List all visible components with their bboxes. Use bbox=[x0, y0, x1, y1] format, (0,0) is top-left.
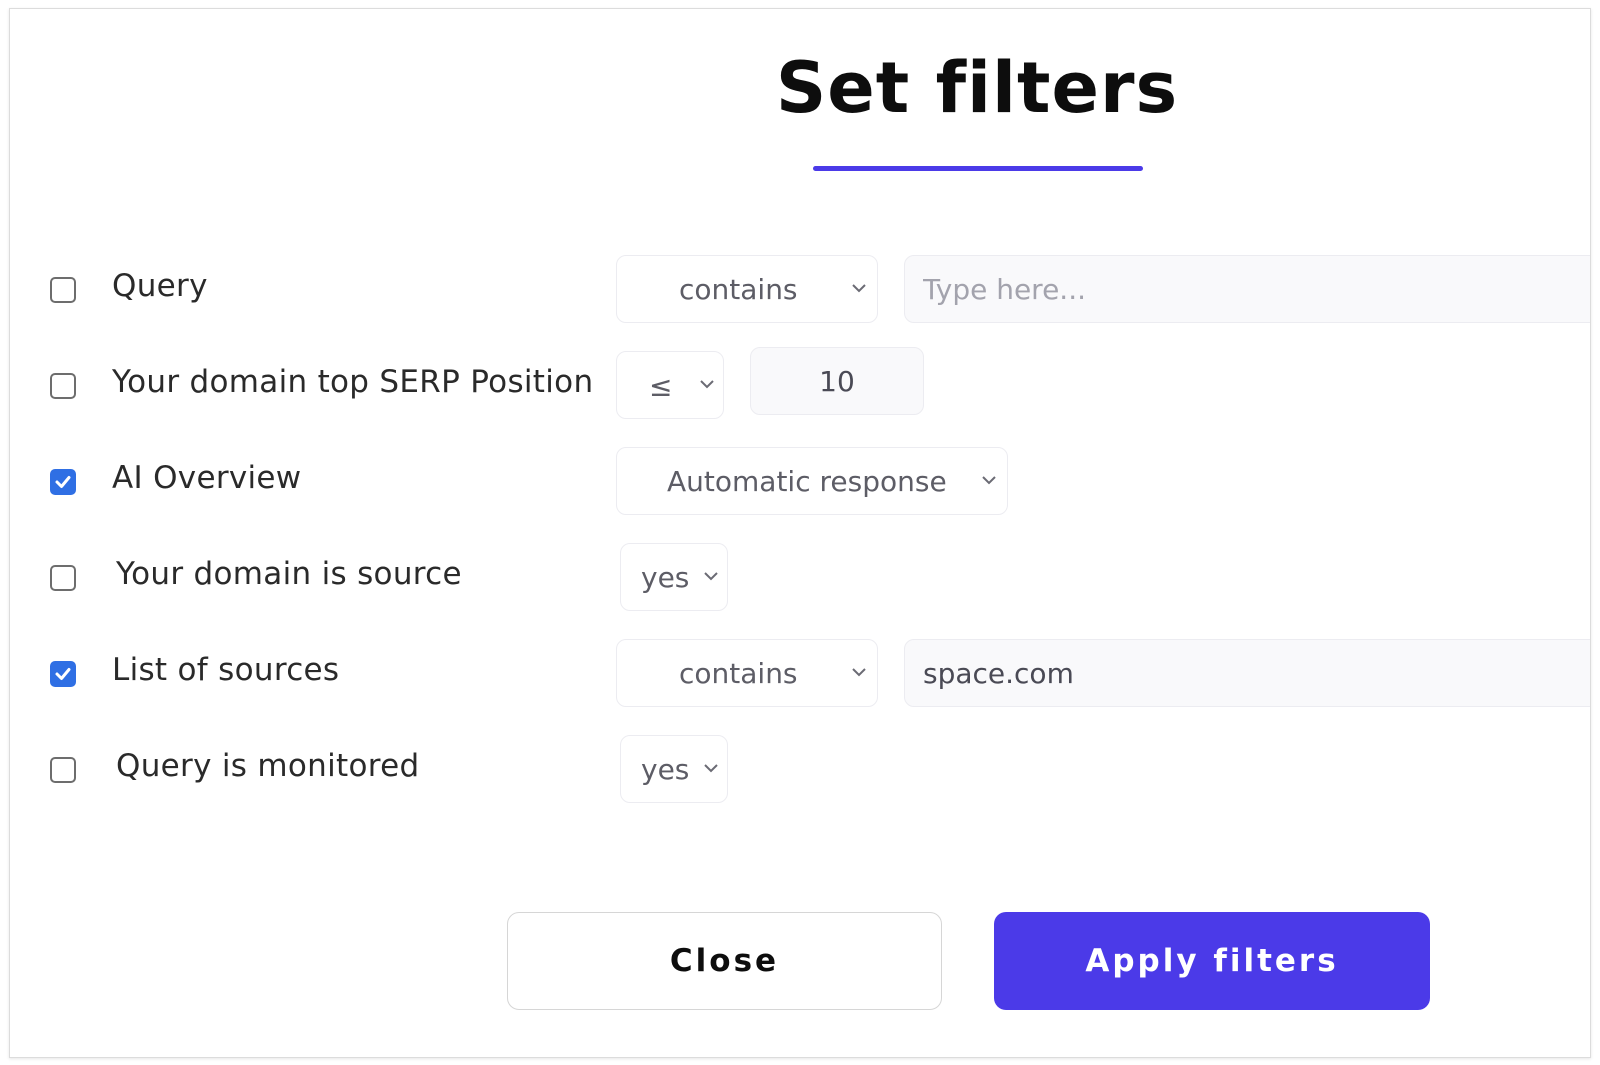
close-button[interactable]: Close bbox=[507, 912, 942, 1010]
serp-position-operator-value: ≤ bbox=[649, 370, 673, 403]
apply-filters-button[interactable]: Apply filters bbox=[994, 912, 1430, 1010]
filter-row-serp-position: Your domain top SERP Position ≤ bbox=[10, 347, 1590, 421]
query-monitored-checkbox[interactable] bbox=[50, 757, 76, 783]
chevron-down-icon bbox=[700, 380, 714, 389]
filters-modal: Set filters Query contains Your domain t… bbox=[9, 8, 1591, 1058]
ai-overview-select[interactable]: Automatic response bbox=[616, 447, 1008, 515]
ai-overview-label: AI Overview bbox=[112, 460, 302, 496]
filter-row-query: Query contains bbox=[10, 255, 1590, 325]
list-of-sources-text-input[interactable] bbox=[923, 640, 1583, 706]
filter-row-ai-overview: AI Overview Automatic response bbox=[10, 447, 1590, 517]
filter-row-query-monitored: Query is monitored yes bbox=[10, 735, 1590, 805]
list-of-sources-label: List of sources bbox=[112, 652, 340, 688]
serp-position-label: Your domain top SERP Position bbox=[112, 364, 594, 400]
ai-overview-checkbox[interactable] bbox=[50, 469, 76, 495]
title-underline bbox=[813, 166, 1143, 171]
query-monitored-label: Query is monitored bbox=[116, 748, 420, 784]
list-of-sources-operator-value: contains bbox=[679, 657, 798, 690]
chevron-down-icon bbox=[852, 668, 866, 677]
list-of-sources-checkbox[interactable] bbox=[50, 661, 76, 687]
domain-is-source-checkbox[interactable] bbox=[50, 565, 76, 591]
chevron-down-icon bbox=[704, 572, 718, 581]
checkmark-icon bbox=[55, 476, 71, 488]
domain-is-source-select[interactable]: yes bbox=[620, 543, 728, 611]
query-operator-value: contains bbox=[679, 273, 798, 306]
chevron-down-icon bbox=[704, 764, 718, 773]
ai-overview-value: Automatic response bbox=[667, 465, 947, 498]
query-text-input-box bbox=[904, 255, 1590, 323]
chevron-down-icon bbox=[852, 284, 866, 293]
list-of-sources-text-box bbox=[904, 639, 1590, 707]
filter-row-domain-is-source: Your domain is source yes bbox=[10, 543, 1590, 613]
serp-position-number-box bbox=[750, 347, 924, 415]
serp-position-number-input[interactable] bbox=[751, 348, 923, 414]
query-label: Query bbox=[112, 268, 208, 304]
modal-title: Set filters bbox=[775, 47, 1179, 129]
query-checkbox[interactable] bbox=[50, 277, 76, 303]
serp-position-checkbox[interactable] bbox=[50, 373, 76, 399]
query-monitored-select[interactable]: yes bbox=[620, 735, 728, 803]
domain-is-source-value: yes bbox=[641, 561, 690, 594]
query-text-input[interactable] bbox=[923, 256, 1583, 322]
filter-row-list-of-sources: List of sources contains bbox=[10, 639, 1590, 709]
query-monitored-value: yes bbox=[641, 753, 690, 786]
serp-position-operator-select[interactable]: ≤ bbox=[616, 351, 724, 419]
list-of-sources-operator-select[interactable]: contains bbox=[616, 639, 878, 707]
domain-is-source-label: Your domain is source bbox=[116, 556, 462, 592]
query-operator-select[interactable]: contains bbox=[616, 255, 878, 323]
chevron-down-icon bbox=[982, 476, 996, 485]
checkmark-icon bbox=[55, 668, 71, 680]
